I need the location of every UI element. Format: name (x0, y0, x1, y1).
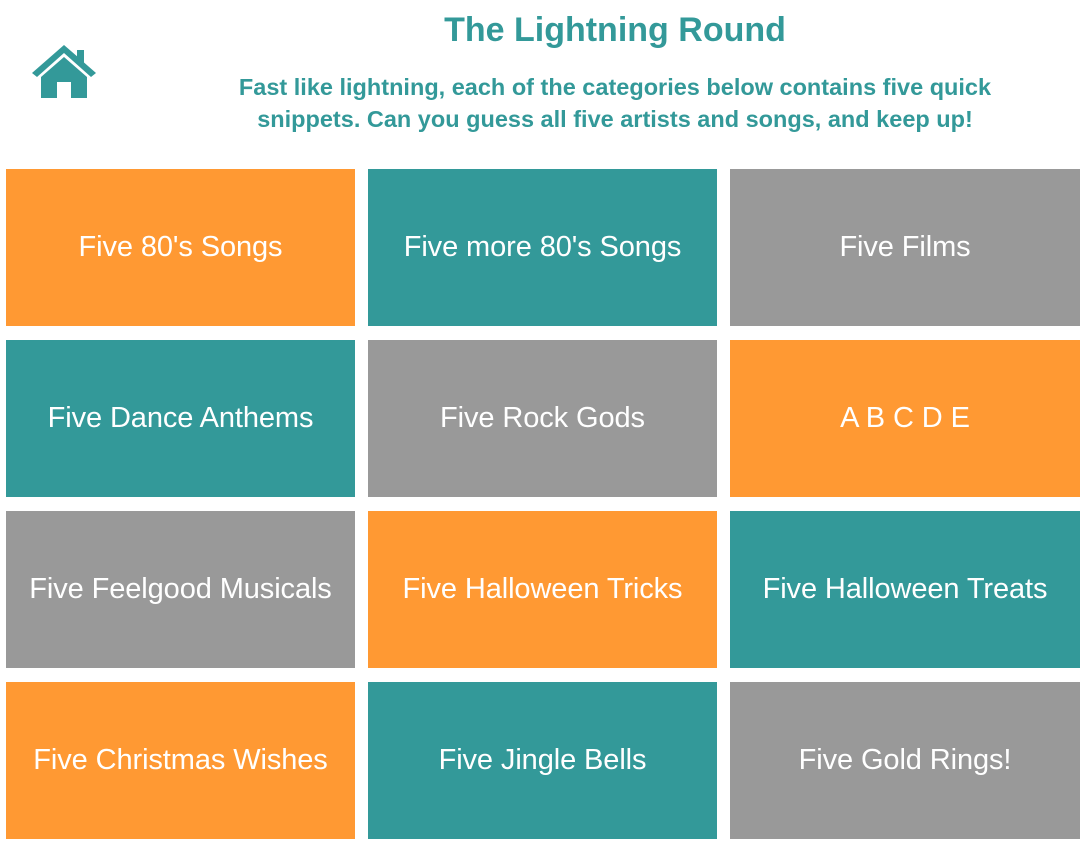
category-tile-five-christmas-wishes[interactable]: Five Christmas Wishes (6, 682, 355, 839)
subtitle-line-1: Fast like lightning, each of the categor… (238, 74, 992, 100)
category-tile-five-halloween-treats[interactable]: Five Halloween Treats (730, 511, 1080, 668)
category-tile-five-jingle-bells[interactable]: Five Jingle Bells (368, 682, 717, 839)
page-subtitle: Fast like lightning, each of the categor… (180, 71, 1050, 135)
category-tile-five-80s-songs[interactable]: Five 80's Songs (6, 169, 355, 326)
home-button[interactable] (29, 42, 99, 100)
category-tile-five-dance-anthems[interactable]: Five Dance Anthems (6, 340, 355, 497)
category-tile-five-feelgood-musicals[interactable]: Five Feelgood Musicals (6, 511, 355, 668)
category-tile-five-rock-gods[interactable]: Five Rock Gods (368, 340, 717, 497)
home-icon[interactable] (29, 42, 99, 100)
category-tile-five-more-80s-songs[interactable]: Five more 80's Songs (368, 169, 717, 326)
category-tile-abcde[interactable]: A B C D E (730, 340, 1080, 497)
category-tile-five-halloween-tricks[interactable]: Five Halloween Tricks (368, 511, 717, 668)
page-title: The Lightning Round (444, 11, 786, 49)
subtitle-line-2: snippets. Can you guess all five artists… (257, 106, 973, 132)
category-tile-five-gold-rings[interactable]: Five Gold Rings! (730, 682, 1080, 839)
category-tile-five-films[interactable]: Five Films (730, 169, 1080, 326)
category-grid: Five 80's Songs Five more 80's Songs Fiv… (6, 169, 1080, 839)
